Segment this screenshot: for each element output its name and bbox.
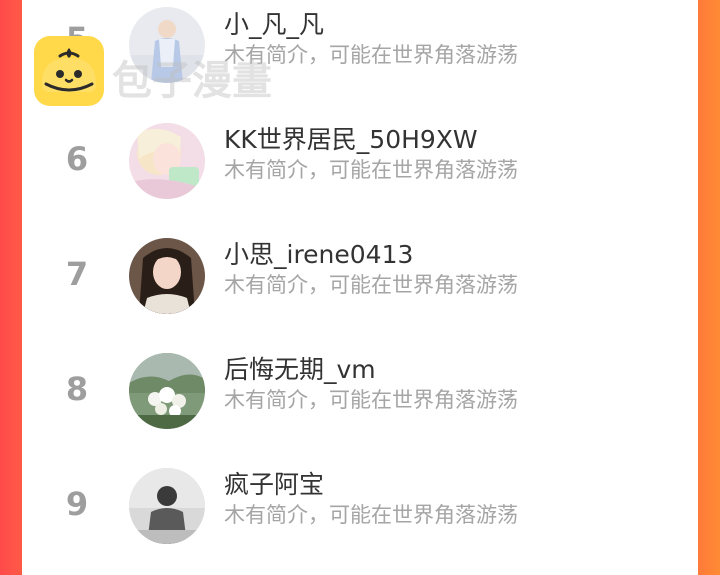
- user-bio: 木有简介，可能在世界角落游荡: [224, 503, 518, 527]
- user-bio: 木有简介，可能在世界角落游荡: [224, 388, 518, 412]
- rank-number: 7: [65, 255, 89, 293]
- avatar[interactable]: [129, 123, 205, 199]
- bun-mascot-icon: [34, 36, 104, 106]
- list-item[interactable]: 9 疯子阿宝 木有简介，可能在世界角落游荡: [22, 460, 698, 575]
- avatar[interactable]: [129, 238, 205, 314]
- rank-number: 6: [65, 140, 89, 178]
- list-item[interactable]: 6 KK世界居民_50H9XW 木有简介，可能在世界角落游荡: [22, 115, 698, 230]
- user-name[interactable]: 小思_irene0413: [224, 235, 413, 271]
- rank-number: 8: [65, 370, 89, 408]
- watermark-text: 包子漫畫: [112, 58, 272, 104]
- user-name[interactable]: KK世界居民_50H9XW: [224, 120, 478, 156]
- avatar[interactable]: [129, 353, 205, 429]
- watermark: 包子漫畫: [34, 36, 324, 106]
- avatar[interactable]: [129, 468, 205, 544]
- user-name[interactable]: 后悔无期_vm: [224, 350, 376, 386]
- list-item[interactable]: 7 小思_irene0413 木有简介，可能在世界角落游荡: [22, 230, 698, 345]
- user-name[interactable]: 疯子阿宝: [224, 465, 324, 501]
- rank-number: 9: [65, 485, 89, 523]
- user-bio: 木有简介，可能在世界角落游荡: [224, 158, 518, 182]
- list-item[interactable]: 8 后悔无期_vm 木有简介，可能在世界角落游荡: [22, 345, 698, 460]
- user-bio: 木有简介，可能在世界角落游荡: [224, 273, 518, 297]
